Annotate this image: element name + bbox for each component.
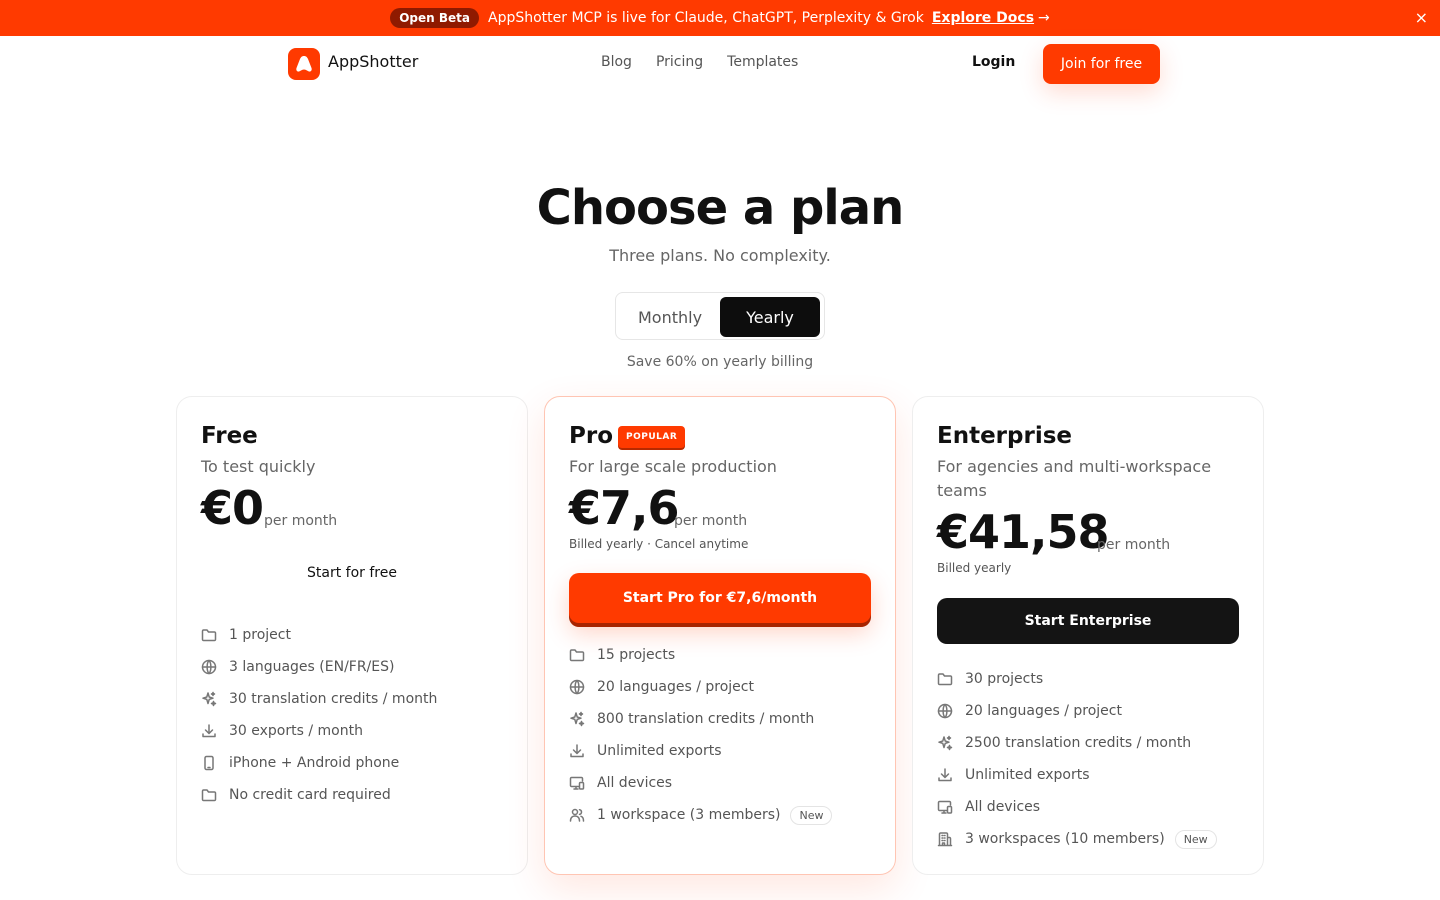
feature-item: 30 projects — [937, 663, 1217, 695]
plan-name: Enterprise — [937, 423, 1073, 449]
folder-icon — [201, 627, 217, 643]
plan-description: For agencies and multi-workspace teams — [937, 457, 1212, 500]
new-badge: New — [1174, 829, 1217, 849]
start-pro-button[interactable]: Start Pro for €7,6/month — [569, 573, 871, 623]
join-for-free-button[interactable]: Join for free — [1043, 44, 1160, 84]
download-icon — [569, 743, 585, 759]
nav-link-blog[interactable]: Blog — [601, 54, 632, 70]
price-period: per month — [674, 513, 748, 529]
plan-name: Pro — [569, 423, 614, 449]
billing-toggle: Monthly Yearly — [615, 292, 825, 340]
feature-item: 800 translation credits / month — [569, 703, 832, 735]
plan-price: €0 — [201, 481, 264, 535]
plan-card-enterprise: Enterprise For agencies and multi-worksp… — [912, 396, 1264, 875]
brand-name[interactable]: AppShotter — [328, 52, 418, 71]
close-icon[interactable]: × — [1415, 8, 1428, 28]
yearly-savings-note: Save 60% on yearly billing — [626, 354, 814, 370]
sparkles-icon — [937, 735, 953, 751]
plan-price: €41,58 — [937, 505, 1110, 559]
feature-item: 20 languages / project — [937, 695, 1217, 727]
logo-icon[interactable] — [288, 48, 320, 80]
top-navigation: AppShotter Blog Pricing Templates Login … — [0, 36, 1440, 92]
download-icon — [201, 723, 217, 739]
billing-option-yearly[interactable]: Yearly — [720, 297, 820, 337]
feature-item: 20 languages / project — [569, 671, 832, 703]
globe-icon — [937, 703, 953, 719]
login-link[interactable]: Login — [972, 54, 1015, 70]
feature-item: 1 project — [201, 619, 437, 651]
feature-list: 15 projects 20 languages / project 800 t… — [569, 639, 833, 831]
plan-name: Free — [201, 423, 258, 449]
feature-list: 30 projects 20 languages / project 2500 … — [937, 663, 1217, 855]
new-badge: New — [790, 805, 833, 825]
devices-icon — [569, 775, 585, 791]
plan-card-free: Free To test quickly €0 per month Start … — [176, 396, 528, 875]
start-enterprise-button[interactable]: Start Enterprise — [937, 598, 1239, 644]
folder-icon — [569, 647, 585, 663]
folder-icon — [201, 787, 217, 803]
feature-item: 3 workspaces (10 members) New — [937, 823, 1217, 855]
announcement-banner: Open Beta AppShotter MCP is live for Cla… — [0, 0, 1440, 36]
feature-item: 2500 translation credits / month — [937, 727, 1217, 759]
feature-item: iPhone + Android phone — [201, 747, 437, 779]
feature-item: 1 workspace (3 members) New — [569, 799, 833, 831]
price-period: per month — [1097, 537, 1171, 553]
feature-item: Unlimited exports — [569, 735, 832, 767]
plan-description: For large scale production — [569, 457, 777, 476]
feature-item: All devices — [937, 791, 1217, 823]
billing-note: Billed yearly — [937, 561, 1012, 575]
billing-note: Billed yearly · Cancel anytime — [569, 537, 749, 551]
plan-price: €7,6 — [569, 481, 679, 535]
download-icon — [937, 767, 953, 783]
nav-links: Blog Pricing Templates — [601, 54, 798, 70]
feature-item: No credit card required — [201, 779, 437, 811]
sparkles-icon — [569, 711, 585, 727]
billing-option-monthly[interactable]: Monthly — [620, 297, 720, 337]
page-subtitle: Three plans. No complexity. — [609, 246, 831, 265]
nav-link-templates[interactable]: Templates — [727, 54, 798, 70]
feature-item: 30 translation credits / month — [201, 683, 437, 715]
building-icon — [937, 831, 953, 847]
feature-item: 3 languages (EN/FR/ES) — [201, 651, 437, 683]
devices-icon — [937, 799, 953, 815]
feature-list: 1 project 3 languages (EN/FR/ES) 30 tran… — [201, 619, 437, 811]
folder-icon — [937, 671, 953, 687]
arrow-right-icon[interactable]: → — [1038, 10, 1050, 26]
explore-docs-link[interactable]: Explore Docs — [932, 10, 1034, 26]
nav-link-pricing[interactable]: Pricing — [656, 54, 703, 70]
feature-item: 15 projects — [569, 639, 832, 671]
start-for-free-button[interactable]: Start for free — [201, 565, 503, 589]
price-period: per month — [264, 513, 338, 529]
phone-icon — [201, 755, 217, 771]
feature-item: Unlimited exports — [937, 759, 1217, 791]
feature-item: All devices — [569, 767, 832, 799]
page-title: Choose a plan — [536, 180, 905, 236]
open-beta-badge: Open Beta — [390, 8, 479, 28]
users-icon — [569, 807, 585, 823]
plan-description: To test quickly — [201, 457, 316, 476]
sparkles-icon — [201, 691, 217, 707]
banner-message: AppShotter MCP is live for Claude, ChatG… — [488, 10, 924, 26]
feature-item: 30 exports / month — [201, 715, 437, 747]
globe-icon — [201, 659, 217, 675]
plan-card-pro: Pro POPULAR For large scale production €… — [544, 396, 896, 875]
popular-badge: POPULAR — [618, 426, 686, 448]
globe-icon — [569, 679, 585, 695]
